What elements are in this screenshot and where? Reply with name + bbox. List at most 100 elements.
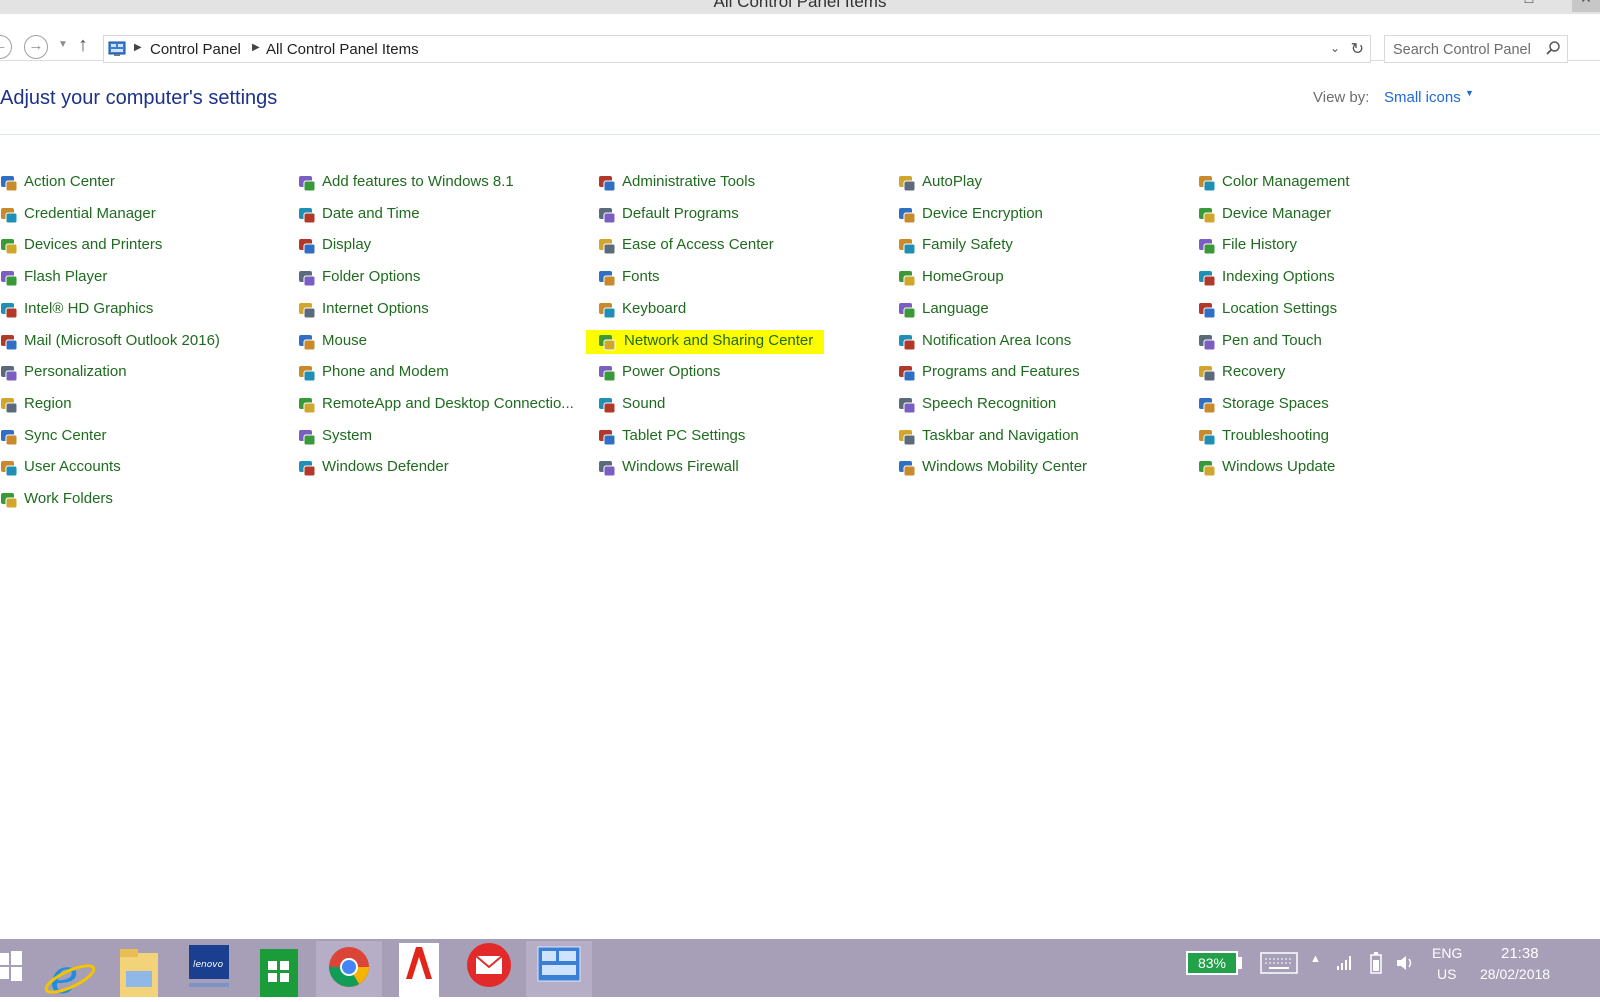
item-label[interactable]: Windows Firewall	[622, 458, 739, 475]
show-hidden-icons-arrow-icon[interactable]: ▲	[1310, 953, 1321, 965]
keyboard-icon	[599, 303, 616, 319]
windows-defender-icon	[299, 461, 316, 477]
item-label[interactable]: Mail (Microsoft Outlook 2016)	[24, 332, 220, 349]
breadcrumb-control-panel[interactable]: Control Panel	[150, 41, 241, 58]
language-region[interactable]: US	[1437, 966, 1456, 982]
item-label[interactable]: Location Settings	[1222, 300, 1337, 317]
taskbar-control-panel[interactable]	[526, 941, 592, 997]
item-label[interactable]: Taskbar and Navigation	[922, 427, 1079, 444]
keyboard-icon[interactable]	[1260, 951, 1298, 975]
device-manager-icon	[1199, 208, 1216, 224]
item-label[interactable]: Speech Recognition	[922, 395, 1056, 412]
item-label[interactable]: Flash Player	[24, 268, 107, 285]
item-label[interactable]: Intel® HD Graphics	[24, 300, 153, 317]
item-label[interactable]: Indexing Options	[1222, 268, 1335, 285]
battery-indicator[interactable]: 83%	[1186, 951, 1238, 975]
item-label[interactable]: File History	[1222, 236, 1297, 253]
item-label[interactable]: Notification Area Icons	[922, 332, 1071, 349]
item-label[interactable]: Date and Time	[322, 205, 420, 222]
item-label[interactable]: Folder Options	[322, 268, 420, 285]
item-label[interactable]: Color Management	[1222, 173, 1350, 190]
item-label[interactable]: Family Safety	[922, 236, 1013, 253]
taskbar-adobe-reader[interactable]	[386, 941, 452, 997]
item-label[interactable]: Devices and Printers	[24, 236, 162, 253]
item-label[interactable]: Pen and Touch	[1222, 332, 1322, 349]
item-label[interactable]: Troubleshooting	[1222, 427, 1329, 444]
item-label[interactable]: Work Folders	[24, 490, 113, 507]
address-dropdown-chevron-icon[interactable]: ⌄	[1330, 41, 1340, 55]
item-label[interactable]: Personalization	[24, 363, 127, 380]
item-label[interactable]: Storage Spaces	[1222, 395, 1329, 412]
volume-icon[interactable]	[1395, 953, 1415, 973]
item-label[interactable]: User Accounts	[24, 458, 121, 475]
clock-date[interactable]: 28/02/2018	[1480, 966, 1550, 982]
language-indicator[interactable]: ENG	[1432, 945, 1462, 961]
item-label[interactable]: Add features to Windows 8.1	[322, 173, 514, 190]
item-label[interactable]: Programs and Features	[922, 363, 1080, 380]
tablet-pc-settings-icon	[599, 430, 616, 446]
item-label[interactable]: Device Manager	[1222, 205, 1331, 222]
item-label[interactable]: AutoPlay	[922, 173, 982, 190]
credential-manager-icon	[1, 208, 18, 224]
taskbar-file-explorer[interactable]	[106, 941, 172, 997]
item-label[interactable]: Region	[24, 395, 72, 412]
item-label[interactable]: Network and Sharing Center	[624, 332, 813, 349]
breadcrumb-separator-icon[interactable]: ▶	[252, 42, 260, 53]
devices-and-printers-icon	[1, 239, 18, 255]
item-label[interactable]: System	[322, 427, 372, 444]
address-bar[interactable]: ▶ Control Panel ▶ All Control Panel Item…	[103, 35, 1371, 63]
item-label[interactable]: Recovery	[1222, 363, 1285, 380]
maximize-button[interactable]: □	[1520, 0, 1538, 12]
forward-button[interactable]: →	[24, 35, 48, 59]
taskbar-chrome[interactable]	[316, 941, 382, 997]
system-icon	[299, 430, 316, 446]
item-label[interactable]: Sound	[622, 395, 665, 412]
taskbar-mail[interactable]	[456, 941, 522, 997]
item-label[interactable]: Default Programs	[622, 205, 739, 222]
item-label[interactable]: Display	[322, 236, 371, 253]
item-label[interactable]: Sync Center	[24, 427, 107, 444]
internet-explorer-icon: e	[44, 949, 96, 1002]
item-label[interactable]: Credential Manager	[24, 205, 156, 222]
view-by-dropdown[interactable]: Small icons	[1384, 89, 1461, 106]
refresh-icon[interactable]: ↻	[1351, 39, 1364, 59]
item-label[interactable]: Windows Update	[1222, 458, 1335, 475]
network-signal-icon[interactable]	[1336, 953, 1354, 971]
power-options-icon	[599, 366, 616, 382]
clock-time[interactable]: 21:38	[1501, 945, 1539, 962]
item-label[interactable]: Ease of Access Center	[622, 236, 774, 253]
taskbar-internet-explorer[interactable]: e	[36, 941, 102, 1002]
item-label[interactable]: RemoteApp and Desktop Connectio...	[322, 395, 574, 412]
search-input[interactable]: Search Control Panel	[1393, 42, 1531, 58]
breadcrumb-separator-icon[interactable]: ▶	[134, 42, 142, 53]
item-label[interactable]: Mouse	[322, 332, 367, 349]
recent-locations-chevron-icon[interactable]: ▼	[58, 39, 68, 50]
item-label[interactable]: Tablet PC Settings	[622, 427, 745, 444]
taskbar-lenovo[interactable]: lenovo	[176, 941, 242, 997]
start-button[interactable]	[0, 947, 22, 987]
item-label[interactable]: Windows Defender	[322, 458, 449, 475]
item-label[interactable]: Action Center	[24, 173, 115, 190]
item-label[interactable]: Keyboard	[622, 300, 686, 317]
item-label[interactable]: Language	[922, 300, 989, 317]
item-label[interactable]: Device Encryption	[922, 205, 1043, 222]
up-button[interactable]: ↑	[78, 34, 88, 57]
taskbar-store[interactable]	[246, 941, 312, 997]
close-button[interactable]: ✕	[1572, 0, 1600, 12]
search-box[interactable]: Search Control Panel	[1384, 35, 1568, 63]
item-label[interactable]: HomeGroup	[922, 268, 1004, 285]
view-by-caret-icon[interactable]: ▼	[1465, 88, 1474, 98]
item-label[interactable]: Power Options	[622, 363, 720, 380]
back-button[interactable]: ←	[0, 35, 12, 59]
search-icon[interactable]	[1545, 40, 1561, 56]
breadcrumb-all-items[interactable]: All Control Panel Items	[266, 41, 419, 58]
minimize-button[interactable]: —	[1486, 0, 1504, 12]
item-label[interactable]: Administrative Tools	[622, 173, 755, 190]
item-label[interactable]: Internet Options	[322, 300, 429, 317]
item-label[interactable]: Fonts	[622, 268, 660, 285]
item-label[interactable]: Windows Mobility Center	[922, 458, 1087, 475]
item-network-and-sharing-center[interactable]: Network and Sharing Center	[586, 330, 824, 354]
battery-icon[interactable]	[1370, 952, 1382, 974]
windows-mobility-center-icon	[899, 461, 916, 477]
item-label[interactable]: Phone and Modem	[322, 363, 449, 380]
